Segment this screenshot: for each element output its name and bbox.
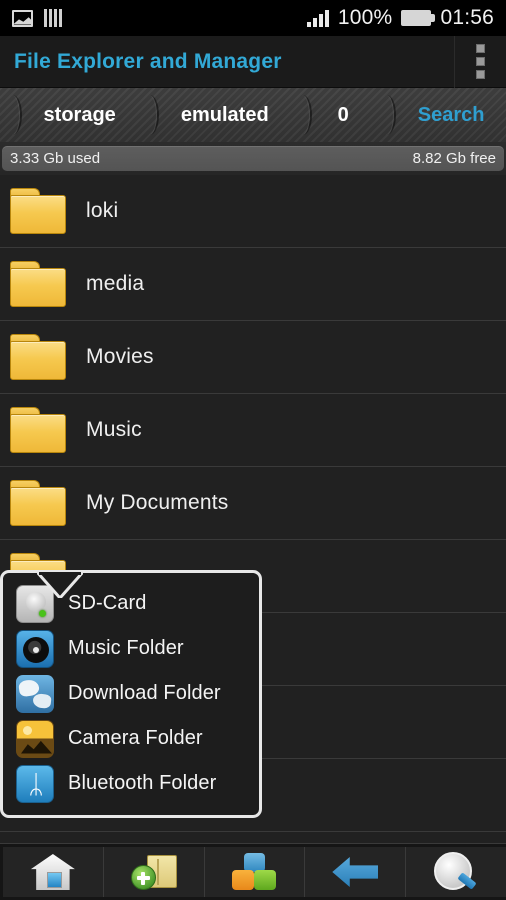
- breadcrumb: storage emulated 0 Search: [0, 88, 506, 142]
- list-item-label: My Documents: [86, 491, 229, 514]
- table-row[interactable]: My Documents: [0, 467, 506, 540]
- status-bar-right-icons: 100% 01:56: [306, 6, 494, 30]
- search-button[interactable]: [406, 847, 506, 897]
- menu-item-download-folder[interactable]: Download Folder: [3, 671, 259, 716]
- menu-item-label: Music Folder: [68, 637, 184, 659]
- storage-usage-inner: 3.33 Gb used 8.82 Gb free: [2, 146, 504, 171]
- new-folder-button[interactable]: [103, 847, 205, 897]
- bluetooth-icon: ᛦ: [16, 764, 54, 803]
- breadcrumb-separator: [0, 88, 22, 142]
- table-row[interactable]: Movies: [0, 321, 506, 394]
- home-button[interactable]: [3, 847, 104, 897]
- action-bar: File Explorer and Manager: [0, 35, 506, 88]
- storage-usage-bar: 3.33 Gb used 8.82 Gb free: [0, 142, 506, 175]
- picture-icon: [12, 9, 33, 27]
- battery-full-icon: [401, 10, 436, 26]
- list-item-label: media: [86, 272, 145, 295]
- equalizer-icon: [44, 9, 62, 27]
- table-row[interactable]: media: [0, 248, 506, 321]
- popup-tail: [37, 572, 83, 598]
- menu-item-label: Camera Folder: [68, 727, 203, 749]
- globe-download-icon: [16, 674, 54, 713]
- breadcrumb-item-search[interactable]: Search: [396, 88, 506, 142]
- list-item-label: loki: [86, 199, 119, 222]
- colored-blocks-icon: [231, 853, 277, 891]
- shortcuts-popup-menu[interactable]: SD-Card Music Folder Download Folder Camera…: [0, 570, 262, 818]
- breadcrumb-item-storage[interactable]: storage: [22, 88, 137, 142]
- folder-icon: [10, 334, 66, 380]
- table-row[interactable]: loki: [0, 175, 506, 248]
- menu-item-bluetooth-folder[interactable]: ᛦ Bluetooth Folder: [3, 761, 259, 806]
- menu-item-label: Bluetooth Folder: [68, 772, 217, 794]
- breadcrumb-item-emulated[interactable]: emulated: [159, 88, 290, 142]
- breadcrumb-separator: [374, 88, 397, 142]
- page-title: File Explorer and Manager: [14, 49, 282, 73]
- bottom-toolbar: [0, 843, 506, 900]
- signal-bars-icon: [306, 9, 329, 27]
- breadcrumb-separator: [290, 88, 313, 142]
- back-arrow-icon: [332, 857, 378, 887]
- storage-free-label: 8.82 Gb free: [412, 150, 496, 167]
- breadcrumb-item-0[interactable]: 0: [312, 88, 374, 142]
- folder-icon: [10, 261, 66, 307]
- bluetooth-glyph: ᛦ: [28, 769, 44, 800]
- breadcrumb-separator: [137, 88, 160, 142]
- home-icon: [31, 854, 75, 890]
- battery-percent-label: 100%: [337, 6, 393, 29]
- menu-item-music-folder[interactable]: Music Folder: [3, 626, 259, 671]
- folder-icon: [10, 188, 66, 234]
- camera-landscape-icon: [16, 719, 54, 758]
- music-disc-icon: [16, 629, 54, 668]
- folder-icon: [10, 480, 66, 526]
- status-bar: 100% 01:56: [0, 0, 506, 36]
- status-bar-left-icons: [12, 9, 62, 27]
- folder-icon: [10, 407, 66, 453]
- clock-label: 01:56: [440, 6, 494, 29]
- list-item-label: Music: [86, 418, 142, 441]
- overflow-menu-icon[interactable]: [454, 35, 506, 88]
- back-button[interactable]: [305, 847, 407, 897]
- list-item-label: Movies: [86, 345, 154, 368]
- table-row[interactable]: Music: [0, 394, 506, 467]
- apps-button[interactable]: [204, 847, 306, 897]
- menu-item-camera-folder[interactable]: Camera Folder: [3, 716, 259, 761]
- menu-item-label: Download Folder: [68, 682, 221, 704]
- search-magnifier-icon: [430, 850, 482, 894]
- storage-used-label: 3.33 Gb used: [10, 150, 101, 167]
- add-folder-icon: [130, 853, 177, 891]
